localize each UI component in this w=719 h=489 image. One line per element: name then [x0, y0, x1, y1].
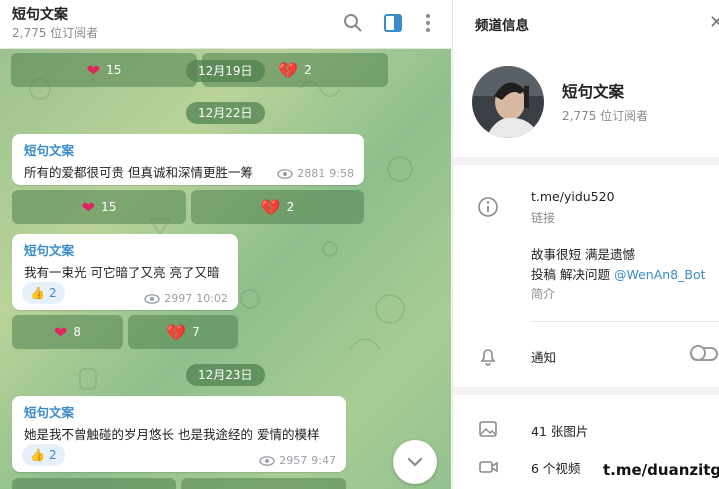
- channel-name: 短句文案: [562, 83, 625, 101]
- info-panel-title: 频道信息: [475, 18, 529, 34]
- like-count: 2: [48, 286, 57, 300]
- message-bubble[interactable]: 短句文案 所有的爱都很可贵 但真诚和深情更胜一筹 2881 9:58: [12, 134, 364, 185]
- reaction-count: 8: [73, 325, 82, 339]
- reaction-broken-heart[interactable]: 💔 7: [128, 315, 238, 349]
- message-bubble[interactable]: 短句文案 她是我不曾触碰的岁月悠长 也是我途经的 爱情的模样 👍 2 2957 …: [12, 396, 346, 472]
- channel-subscriber-count: 2,775 位订阅者: [562, 109, 649, 123]
- reaction-broken-heart[interactable]: 💔 2: [191, 190, 364, 224]
- sidebar-toggle-icon[interactable]: [381, 11, 405, 35]
- notifications-toggle[interactable]: [690, 345, 718, 361]
- message-meta: 2997 10:02: [144, 292, 228, 305]
- chat-title[interactable]: 短句文案: [12, 4, 68, 24]
- photos-count[interactable]: 41 张图片: [531, 421, 588, 440]
- reaction-partial[interactable]: [181, 478, 346, 489]
- search-icon[interactable]: [341, 11, 365, 35]
- info-icon: [478, 197, 498, 217]
- video-icon: [479, 461, 498, 473]
- description-label: 简介: [531, 287, 556, 301]
- heart-icon: ❤: [53, 322, 68, 342]
- chevron-down-icon: [407, 457, 423, 467]
- reaction-count: 2: [286, 200, 295, 214]
- reaction-count: 15: [101, 200, 117, 214]
- link-label: 链接: [531, 211, 556, 225]
- bot-mention-link[interactable]: @WenAn8_Bot: [614, 267, 706, 282]
- heart-icon: ❤: [86, 60, 101, 80]
- message-meta: 2957 9:47: [259, 454, 336, 467]
- views-icon: [277, 168, 293, 179]
- date-pill: 12月19日: [186, 60, 265, 82]
- message-text: 我有一束光 可它暗了又亮 亮了又暗: [24, 265, 220, 280]
- message-time: 9:58: [329, 167, 354, 180]
- chat-subscriber-count: 2,775 位订阅者: [12, 26, 99, 40]
- reaction-count: 2: [304, 63, 312, 77]
- broken-heart-icon: 💔: [260, 197, 281, 217]
- reaction-count: 7: [192, 325, 200, 339]
- thumbs-up-icon: 👍: [30, 286, 45, 300]
- reaction-like-chip[interactable]: 👍 2: [22, 282, 65, 304]
- views-icon: [259, 455, 275, 466]
- channel-link[interactable]: t.me/yidu520: [531, 189, 615, 204]
- reaction-heart[interactable]: ❤ 15: [12, 190, 186, 224]
- more-vertical-icon[interactable]: [416, 11, 440, 35]
- view-count: 2997: [164, 292, 193, 305]
- description-line-1: 故事很短 满是遗憾: [531, 247, 635, 262]
- view-count: 2957: [279, 454, 308, 467]
- divider: [531, 321, 719, 322]
- close-icon[interactable]: ✕: [709, 12, 719, 33]
- watermark-text: t.me/duanzitg: [603, 461, 719, 479]
- avatar[interactable]: [472, 66, 544, 138]
- chat-pane: 短句文案 2,775 位订阅者 ❤ 15 💔 2 12月19日 12月22日 短…: [0, 0, 451, 489]
- reaction-count: 15: [106, 63, 122, 77]
- photo-icon: [479, 421, 497, 437]
- reaction-heart[interactable]: ❤ 8: [12, 315, 123, 349]
- like-count: 2: [48, 448, 57, 462]
- bell-icon: [480, 349, 496, 366]
- chat-header: 短句文案 2,775 位订阅者: [0, 0, 451, 49]
- date-pill: 12月22日: [186, 102, 265, 124]
- message-sender[interactable]: 短句文案: [24, 140, 354, 159]
- view-count: 2881: [297, 167, 326, 180]
- date-pill: 12月23日: [186, 364, 265, 386]
- message-meta: 2881 9:58: [277, 167, 354, 180]
- message-sender[interactable]: 短句文案: [24, 240, 228, 259]
- message-time: 9:47: [311, 454, 336, 467]
- divider: [453, 387, 719, 395]
- notifications-label: 通知: [531, 350, 557, 365]
- thumbs-up-icon: 👍: [30, 448, 45, 462]
- description-line-2: 投稿 解决问题 @WenAn8_Bot: [531, 264, 706, 283]
- message-time: 10:02: [196, 292, 228, 305]
- reaction-partial[interactable]: [12, 478, 176, 489]
- scroll-down-button[interactable]: [393, 440, 437, 484]
- heart-icon: ❤: [81, 197, 96, 217]
- message-sender[interactable]: 短句文案: [24, 402, 336, 421]
- message-bubble[interactable]: 短句文案 我有一束光 可它暗了又亮 亮了又暗 👍 2 2997 10:02: [12, 234, 238, 310]
- divider: [453, 157, 719, 165]
- videos-count[interactable]: 6 个视频: [531, 458, 580, 477]
- broken-heart-icon: 💔: [278, 60, 299, 80]
- message-text: 她是我不曾触碰的岁月悠长 也是我途经的 爱情的模样: [24, 427, 320, 442]
- channel-info-panel: 频道信息 ✕ 短句文案 2,775 位订阅者 t.me/yidu520 链接 故…: [452, 0, 719, 489]
- reaction-heart[interactable]: ❤ 15: [11, 53, 197, 87]
- description-prefix: 投稿 解决问题: [531, 267, 614, 282]
- reaction-like-chip[interactable]: 👍 2: [22, 444, 65, 466]
- broken-heart-icon: 💔: [166, 322, 187, 342]
- views-icon: [144, 293, 160, 304]
